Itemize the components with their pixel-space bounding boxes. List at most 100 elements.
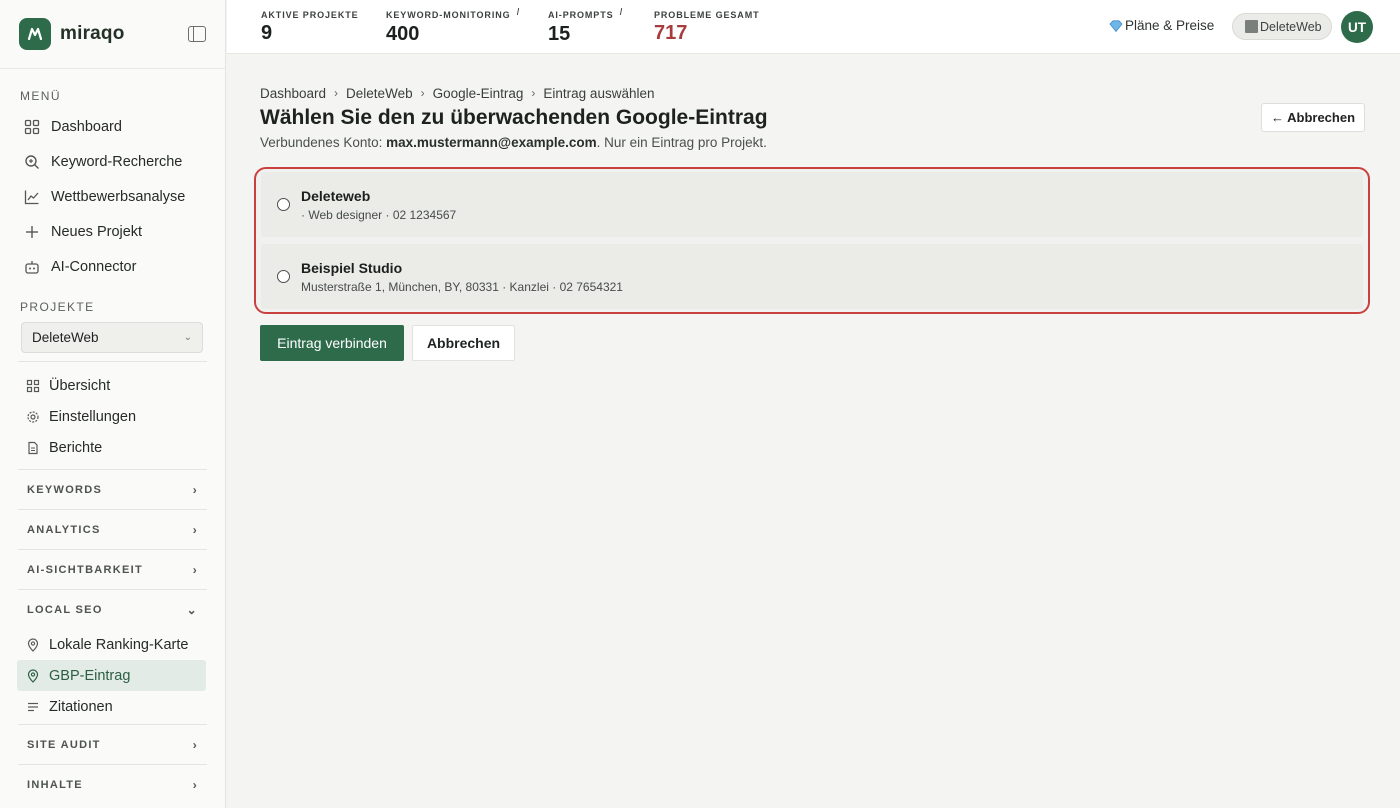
stat-value: 15 — [548, 23, 571, 45]
project-reports[interactable]: Berichte — [0, 432, 225, 463]
subtitle-suffix: . Nur ein Eintrag pro Projekt. — [596, 135, 767, 150]
group-keywords[interactable]: KEYWORDS › — [18, 469, 207, 509]
grid-icon — [23, 118, 41, 136]
logo-icon[interactable] — [19, 18, 51, 50]
sub-item-label: Berichte — [49, 439, 103, 456]
nav-keyword-research[interactable]: Keyword-Recherche — [0, 144, 225, 179]
listing-list: Deleteweb · Web designer · 02 1234567 Be… — [254, 167, 1370, 314]
stat-active-projects: AKTIVE PROJEKTE 9 — [261, 10, 359, 44]
chevron-right-icon: › — [420, 86, 425, 100]
subtitle-prefix: Verbundenes Konto: — [260, 135, 387, 150]
chevron-right-icon: › — [334, 86, 339, 100]
gbp-entry[interactable]: GBP-Eintrag — [17, 660, 206, 691]
main-content: Dashboard › DeleteWeb › Google-Eintrag ›… — [254, 85, 1370, 361]
search-icon — [23, 153, 41, 171]
account-email: max.mustermann@example.com — [386, 135, 597, 150]
breadcrumb-item[interactable]: Dashboard — [260, 86, 326, 101]
connect-entry-button[interactable]: Eintrag verbinden — [260, 325, 404, 361]
sidebar-toggle-icon[interactable] — [188, 26, 206, 42]
listing-name: Beispiel Studio — [301, 259, 403, 276]
citations[interactable]: Zitationen — [0, 691, 225, 722]
stat-ai-prompts: AI-PROMPTS i 15 — [548, 7, 624, 45]
sub-item-label: Zitationen — [49, 698, 113, 715]
nav-label: Keyword-Recherche — [51, 153, 183, 170]
group-label: AI-SICHTBARKEIT — [27, 563, 144, 576]
sidebar: miraqo MENÜ Dashboard Keyword-Recherche … — [0, 0, 226, 808]
menu-section-title: MENÜ — [20, 89, 61, 103]
topbar: AKTIVE PROJEKTE 9 KEYWORD-MONITORING i 40… — [227, 0, 1400, 54]
project-switcher[interactable]: DeleteWeb — [1232, 13, 1332, 40]
group-label: SITE AUDIT — [27, 738, 101, 751]
nav-dashboard[interactable]: Dashboard — [0, 109, 225, 144]
grid-icon — [26, 379, 40, 393]
breadcrumb-item[interactable]: Google-Eintrag — [433, 86, 524, 101]
list-icon — [26, 700, 40, 714]
sub-item-label: Lokale Ranking-Karte — [49, 636, 189, 653]
radio-button[interactable] — [277, 270, 290, 283]
stat-keyword-monitoring: KEYWORD-MONITORING i 400 — [386, 7, 521, 45]
nav-competitor-analysis[interactable]: Wettbewerbsanalyse — [0, 179, 225, 214]
project-select-value: DeleteWeb — [32, 330, 99, 345]
group-analytics[interactable]: ANALYTICS › — [18, 509, 207, 549]
listing-text: Beispiel Studio Musterstraße 1, München,… — [301, 260, 623, 294]
projects-section-title: PROJEKTE — [20, 300, 95, 314]
listing-option[interactable]: Beispiel Studio Musterstraße 1, München,… — [261, 244, 1363, 309]
plans-pricing-link[interactable]: Pläne & Preise — [1109, 18, 1214, 33]
group-content[interactable]: INHALTE › — [18, 764, 207, 804]
group-local-seo[interactable]: LOCAL SEO ⌄ — [18, 589, 207, 629]
stat-value: 717 — [654, 22, 688, 44]
avatar[interactable]: UT — [1341, 11, 1373, 43]
group-label: LOCAL SEO — [27, 603, 103, 616]
chevron-down-icon: ⌄ — [183, 332, 192, 343]
listing-option[interactable]: Deleteweb · Web designer · 02 1234567 — [261, 172, 1363, 237]
map-pin-icon — [26, 637, 40, 652]
map-pin-icon — [26, 668, 40, 683]
brand-name[interactable]: miraqo — [60, 23, 125, 45]
building-icon — [1245, 20, 1258, 33]
stat-value: 9 — [261, 22, 273, 44]
listing-name: Deleteweb — [301, 187, 371, 204]
diamond-icon — [1109, 19, 1123, 32]
stat-label: KEYWORD-MONITORING i — [386, 7, 521, 21]
group-label: ANALYTICS — [27, 523, 101, 536]
group-label: KEYWORDS — [27, 483, 103, 496]
info-icon[interactable]: i — [517, 7, 521, 18]
listing-details: · Web designer · 02 1234567 — [301, 207, 457, 222]
group-site-audit[interactable]: SITE AUDIT › — [18, 724, 207, 764]
group-ai-visibility[interactable]: AI-SICHTBARKEIT › — [18, 549, 207, 589]
stat-label: PROBLEME GESAMT — [654, 10, 760, 20]
nav-label: Neues Projekt — [51, 223, 143, 240]
group-label: INHALTE — [27, 778, 83, 791]
chevron-down-icon: ⌄ — [186, 602, 198, 617]
stat-label-text: AI-PROMPTS — [548, 10, 614, 20]
form-actions: Eintrag verbinden Abbrechen — [260, 325, 515, 361]
nav-ai-connector[interactable]: AI-Connector — [0, 249, 225, 284]
stat-label: AI-PROMPTS i — [548, 7, 624, 21]
project-select[interactable]: DeleteWeb ⌄ — [21, 322, 203, 353]
radio-button[interactable] — [277, 198, 290, 211]
gear-icon — [26, 410, 40, 424]
chart-line-icon — [23, 188, 41, 206]
cancel-top-button[interactable]: ← Abbrechen — [1261, 103, 1365, 132]
sub-item-label: GBP-Eintrag — [49, 667, 131, 684]
info-icon[interactable]: i — [620, 7, 624, 18]
cancel-button[interactable]: Abbrechen — [412, 325, 515, 361]
chevron-right-icon: › — [192, 562, 198, 577]
project-settings[interactable]: Einstellungen — [0, 401, 225, 432]
plans-label: Pläne & Preise — [1125, 18, 1215, 33]
robot-icon — [23, 258, 41, 276]
page-subtitle: Verbundenes Konto: max.mustermann@exampl… — [260, 135, 1370, 150]
logo-row: miraqo — [0, 0, 225, 69]
breadcrumb-current: Eintrag auswählen — [543, 85, 655, 101]
stat-total-issues: PROBLEME GESAMT 717 — [654, 10, 760, 44]
project-overview[interactable]: Übersicht — [0, 370, 225, 401]
chevron-right-icon: › — [192, 522, 198, 537]
stat-label: AKTIVE PROJEKTE — [261, 10, 359, 20]
page-title: Wählen Sie den zu überwachenden Google-E… — [260, 106, 768, 129]
local-ranking-map[interactable]: Lokale Ranking-Karte — [0, 629, 225, 660]
breadcrumb-item[interactable]: DeleteWeb — [346, 86, 413, 101]
breadcrumb: Dashboard › DeleteWeb › Google-Eintrag ›… — [260, 85, 1370, 101]
nav-new-project[interactable]: Neues Projekt — [0, 214, 225, 249]
nav-label: Wettbewerbsanalyse — [51, 188, 186, 205]
chevron-right-icon: › — [192, 777, 198, 792]
